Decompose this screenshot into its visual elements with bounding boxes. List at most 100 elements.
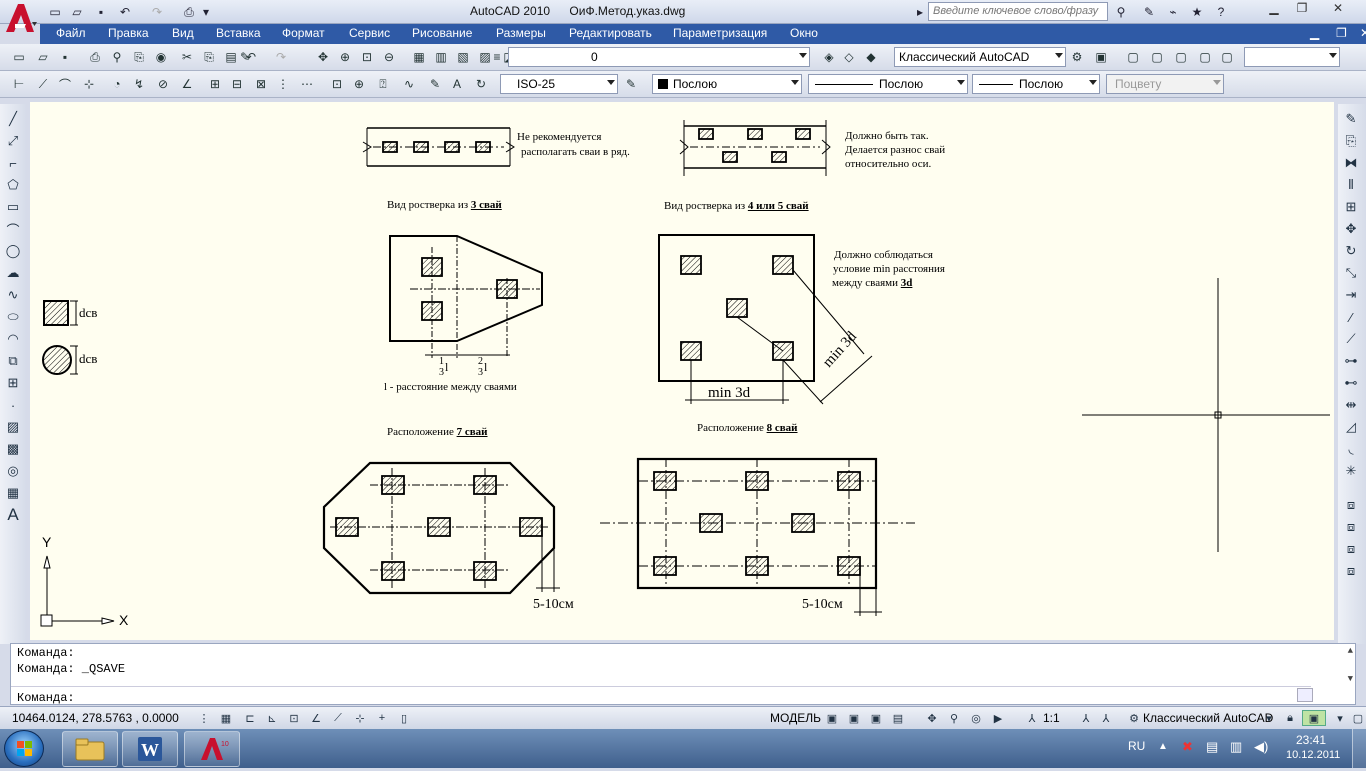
qnew-icon[interactable]: ▭: [10, 48, 28, 66]
workspace-chevron-icon[interactable]: ▾: [1264, 710, 1274, 726]
steering-wheel-icon[interactable]: ◎: [968, 710, 984, 726]
search-expand-icon[interactable]: ▸: [914, 3, 926, 21]
layout-icon[interactable]: ▣: [824, 710, 840, 726]
baseline-icon[interactable]: ⊟: [228, 75, 246, 93]
open-icon[interactable]: ▱: [34, 48, 52, 66]
angular-icon[interactable]: ∠: [178, 75, 196, 93]
word-taskbar-button[interactable]: W: [122, 731, 178, 767]
arc-icon[interactable]: ⌒: [4, 220, 22, 238]
annotation-visibility-icon[interactable]: ⅄: [1078, 710, 1094, 726]
menu-dimension[interactable]: Размеры: [496, 26, 546, 40]
pan-status-icon[interactable]: ✥: [924, 710, 940, 726]
color-dropdown[interactable]: Послою: [652, 74, 802, 94]
layer-dropdown[interactable]: 0: [508, 47, 810, 67]
command-window[interactable]: Команда: Команда: _QSAVE Команда: ▲ ▼: [10, 643, 1356, 705]
zoom-realtime-icon[interactable]: ⊕: [336, 48, 354, 66]
explorer-taskbar-button[interactable]: [62, 731, 118, 767]
lineweight-dropdown[interactable]: Послою: [972, 74, 1100, 94]
3d-dwf-icon[interactable]: ◉: [152, 48, 170, 66]
clean-screen-icon[interactable]: ▢: [1350, 710, 1366, 726]
diameter-icon[interactable]: ⊘: [154, 75, 172, 93]
style-extra-icon[interactable]: ▢: [1218, 48, 1236, 66]
make-current-icon[interactable]: ◆: [862, 48, 880, 66]
infer-constraints-icon[interactable]: ⋮: [196, 710, 212, 726]
chamfer-icon[interactable]: ◿: [1342, 418, 1360, 436]
workspace-dropdown[interactable]: Классический AutoCAD: [894, 47, 1066, 67]
array-icon[interactable]: ⊞: [1342, 198, 1360, 216]
dim-style-manager-icon[interactable]: ✎: [622, 75, 640, 93]
dim-edit-icon[interactable]: ✎: [426, 75, 444, 93]
hardware-acceleration-icon[interactable]: ▣: [1302, 710, 1326, 726]
help-icon[interactable]: ?: [1212, 3, 1230, 21]
network-icon[interactable]: ▥: [1230, 739, 1242, 755]
auto-scale-icon[interactable]: ⅄: [1098, 710, 1114, 726]
menu-view[interactable]: Вид: [172, 26, 194, 40]
rectangle-icon[interactable]: ▭: [4, 198, 22, 216]
radius-icon[interactable]: ◔: [108, 75, 126, 93]
tray-alert-icon[interactable]: ✖: [1182, 739, 1193, 755]
gradient-icon[interactable]: ▩: [4, 440, 22, 458]
copy-icon[interactable]: ⎘: [200, 48, 218, 66]
doc-close-button[interactable]: ✕: [1360, 26, 1366, 40]
quick-view-drawings-icon[interactable]: ▤: [890, 710, 906, 726]
search-input[interactable]: Введите ключевое слово/фразу: [928, 2, 1108, 21]
menu-edit[interactable]: Правка: [108, 26, 149, 40]
menu-file[interactable]: Файл: [56, 26, 86, 40]
plot-icon[interactable]: ⎙: [180, 3, 198, 21]
extend-icon[interactable]: ⟋: [1342, 330, 1360, 348]
hatch-icon[interactable]: ▨: [4, 418, 22, 436]
workspace-status-value[interactable]: Классический AutoCAD: [1143, 711, 1273, 725]
quick-view-layouts-icon[interactable]: ▣: [868, 710, 884, 726]
save-icon[interactable]: ▪: [56, 48, 74, 66]
dimstyle-dropdown[interactable]: ISO-25: [500, 74, 618, 94]
coordinates-readout[interactable]: 10464.0124, 278.5763 , 0.0000: [12, 711, 179, 725]
start-button[interactable]: [4, 730, 44, 767]
hscroll-thumb[interactable]: [1297, 688, 1313, 702]
doc-restore-button[interactable]: ❐: [1336, 26, 1347, 40]
publish-icon[interactable]: ⎘: [130, 48, 148, 66]
save-icon[interactable]: ▪: [92, 3, 110, 21]
undo-icon[interactable]: ↶: [116, 3, 134, 21]
tolerance-icon[interactable]: ⊡: [328, 75, 346, 93]
workspace-settings-icon[interactable]: ⚙: [1068, 48, 1086, 66]
draworder-back-icon[interactable]: ⧈: [1342, 518, 1360, 536]
scroll-down-icon[interactable]: ▼: [1348, 674, 1353, 684]
ducs-icon[interactable]: ⊹: [352, 710, 368, 726]
status-menu-icon[interactable]: ▾: [1332, 710, 1348, 726]
showmotion-icon[interactable]: ▶: [990, 710, 1006, 726]
command-prompt[interactable]: Команда:: [17, 691, 75, 705]
layer-previous-icon[interactable]: ◈: [820, 48, 838, 66]
jogged-linear-icon[interactable]: ∿: [400, 75, 418, 93]
snap-mode-icon[interactable]: ▦: [218, 710, 234, 726]
toolbar-lock-icon[interactable]: 🔒︎: [1282, 710, 1298, 726]
grid-icon[interactable]: ⊏: [242, 710, 258, 726]
table-icon[interactable]: ▦: [4, 484, 22, 502]
dim-text-edit-icon[interactable]: A: [448, 75, 466, 93]
quick-access-dropdown-icon[interactable]: ▾: [200, 3, 212, 21]
doc-minimize-button[interactable]: ▁: [1310, 26, 1319, 40]
menu-modify[interactable]: Редактировать: [569, 26, 652, 40]
lineweight-icon[interactable]: ▯: [396, 710, 412, 726]
zoom-previous-icon[interactable]: ⊖: [380, 48, 398, 66]
search-binoculars-icon[interactable]: ⚲: [1112, 3, 1130, 21]
dim-break-icon[interactable]: ⋯: [298, 75, 316, 93]
circle-icon[interactable]: ◯: [4, 242, 22, 260]
revision-cloud-icon[interactable]: ☁: [4, 264, 22, 282]
multileader-style-icon[interactable]: ▢: [1196, 48, 1214, 66]
polygon-icon[interactable]: ⬠: [4, 176, 22, 194]
table-style-icon[interactable]: ▢: [1172, 48, 1190, 66]
redo-icon[interactable]: ↷: [148, 3, 166, 21]
make-block-icon[interactable]: ⊞: [4, 374, 22, 392]
minimize-button[interactable]: ▁: [1262, 1, 1286, 18]
linear-dim-icon[interactable]: ⊢: [10, 75, 28, 93]
draworder-under-icon[interactable]: ⧈: [1342, 562, 1360, 580]
arc-length-icon[interactable]: ⌒: [56, 75, 74, 93]
linetype-dropdown[interactable]: Послою: [808, 74, 968, 94]
dim-update-icon[interactable]: ↻: [472, 75, 490, 93]
model-button[interactable]: МОДЕЛЬ: [770, 711, 821, 725]
line-icon[interactable]: ╱: [4, 110, 22, 128]
plotstyle-dropdown[interactable]: Поцвету: [1106, 74, 1224, 94]
new-icon[interactable]: ▭: [46, 3, 64, 21]
design-center-icon[interactable]: ▥: [432, 48, 450, 66]
explode-icon[interactable]: ✳: [1342, 462, 1360, 480]
